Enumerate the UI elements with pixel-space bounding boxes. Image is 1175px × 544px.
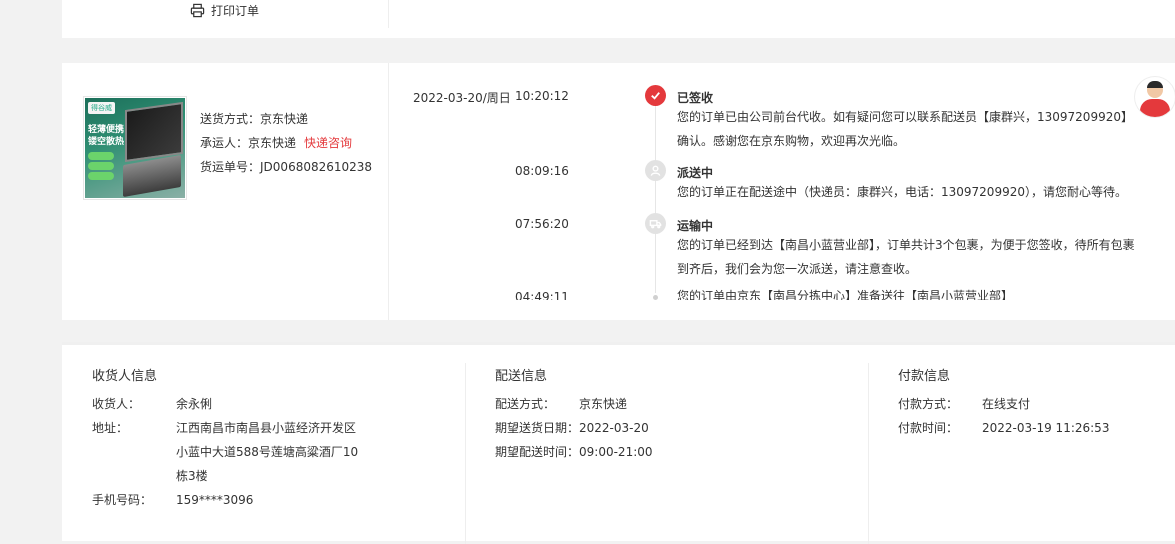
timeline-desc: 您的订单正在配送途中（快递员：康群兴，电话：13097209920），请您耐心等… xyxy=(677,185,1127,199)
payment-method-label: 付款方式： xyxy=(898,397,959,411)
receiver-name-row: 收货人： xyxy=(92,392,140,416)
product-thumbnail[interactable]: 得谷威 轻薄便携 镂空散热 xyxy=(83,96,187,200)
timeline-title: 已签收 xyxy=(677,91,714,105)
expected-date-label: 期望送货日期： xyxy=(495,421,580,435)
courier-avatar[interactable] xyxy=(1135,77,1175,117)
check-icon xyxy=(645,85,666,106)
expected-time-row: 期望配送时间：09:00-21:00 xyxy=(495,440,653,464)
expected-time-label: 期望配送时间： xyxy=(495,445,580,459)
delivery-heading: 配送信息 xyxy=(495,369,548,384)
tracking-row: 货运单号：JD0068082610238 xyxy=(200,155,372,179)
address-label: 地址： xyxy=(92,421,129,435)
shipping-method-label: 送货方式： xyxy=(200,112,261,126)
timeline-time: 08:09:16 xyxy=(515,164,569,178)
payment-time-label: 付款时间： xyxy=(898,421,959,435)
carrier-value: 京东快递 xyxy=(248,136,297,150)
courier-consult-link[interactable]: 快递咨询 xyxy=(304,136,352,150)
zigzag-edge xyxy=(62,36,1175,44)
stand-graphic xyxy=(123,154,181,198)
delivery-method-label: 配送方式： xyxy=(495,397,556,411)
avatar-body xyxy=(1140,99,1170,117)
product-brand: 得谷威 xyxy=(88,102,115,114)
timeline-dot-icon xyxy=(653,295,658,300)
timeline-line xyxy=(655,103,656,293)
product-image: 得谷威 轻薄便携 镂空散热 xyxy=(85,98,185,198)
receiver-name-label: 收货人： xyxy=(92,397,141,411)
carrier-row: 承运人：京东快递 快递咨询 xyxy=(200,131,372,155)
logistics-timeline[interactable]: 2022-03-20/周日 10:20:12 已签收 您的订单已由公司前台代收。… xyxy=(389,63,1175,300)
feature-chip xyxy=(88,172,114,180)
timeline-time: 04:49:11 xyxy=(515,290,569,300)
receiver-info: 收货人信息 收货人： 余永俐 地址： 江西南昌市南昌县小蓝经济开发区小蓝中大道5… xyxy=(62,345,464,544)
feature-chip xyxy=(88,162,114,170)
carrier-label: 承运人： xyxy=(200,136,249,150)
column-divider xyxy=(465,363,466,544)
shipping-method-value: 京东快递 xyxy=(260,112,309,126)
tracking-number: JD0068082610238 xyxy=(260,160,373,174)
payment-heading: 付款信息 xyxy=(898,369,951,384)
timeline-desc: 您的订单已经到达【南昌小蓝营业部】，订单共计3个包裹，为便于您签收，待所有包裹到… xyxy=(677,238,1135,276)
feature-chip xyxy=(88,152,114,160)
phone-value: 159****3096 xyxy=(176,493,254,507)
timeline-title: 运输中 xyxy=(677,219,714,233)
print-order-button[interactable]: 打印订单 xyxy=(190,1,259,19)
receiver-name-value: 余永俐 xyxy=(176,397,213,411)
delivery-info: 配送信息 配送方式： 京东快递 期望送货日期：2022-03-20 期望配送时间… xyxy=(465,345,867,544)
avatar-hair xyxy=(1147,81,1163,88)
expected-date-value: 2022-03-20 xyxy=(579,421,649,435)
receiver-heading: 收货人信息 xyxy=(92,369,158,384)
print-order-label: 打印订单 xyxy=(211,3,260,18)
laptop-graphic xyxy=(125,101,183,163)
timeline-desc: 您的订单已由公司前台代收。如有疑问您可以联系配送员【康群兴，1309720992… xyxy=(677,110,1133,148)
column-divider xyxy=(388,0,389,28)
timeline-date: 2022-03-20/周日 xyxy=(413,91,511,105)
timeline-time: 07:56:20 xyxy=(515,217,569,231)
payment-time-value: 2022-03-19 11:26:53 xyxy=(982,421,1110,435)
shipping-info: 送货方式：京东快递 承运人：京东快递 快递咨询 货运单号：JD0068082610… xyxy=(200,107,372,179)
payment-info: 付款信息 付款方式： 在线支付 付款时间： 2022-03-19 11:26:5… xyxy=(868,345,1175,544)
order-info-card: 收货人信息 收货人： 余永俐 地址： 江西南昌市南昌县小蓝经济开发区小蓝中大道5… xyxy=(62,342,1175,544)
phone-label: 手机号码： xyxy=(92,493,153,507)
column-divider xyxy=(868,363,869,544)
payment-method-value: 在线支付 xyxy=(982,397,1031,411)
address-value: 江西南昌市南昌县小蓝经济开发区小蓝中大道588号莲塘高粱酒厂10栋3楼 xyxy=(176,421,359,483)
order-actions-card: 打印订单 xyxy=(62,0,1175,38)
printer-icon xyxy=(190,3,205,17)
product-slogan: 轻薄便携 镂空散热 xyxy=(88,125,125,147)
tracking-label: 货运单号： xyxy=(200,160,261,174)
timeline-time: 10:20:12 xyxy=(515,89,569,103)
expected-time-value: 09:00-21:00 xyxy=(579,445,653,459)
timeline-title: 派送中 xyxy=(677,166,714,180)
courier-icon xyxy=(645,160,666,181)
expected-date-row: 期望送货日期：2022-03-20 xyxy=(495,416,649,440)
shipping-method-row: 送货方式：京东快递 xyxy=(200,107,372,131)
timeline-desc: 您的订单由京东【南昌分拣中心】准备送往【南昌小蓝营业部】 xyxy=(677,289,1014,300)
logistics-card: 得谷威 轻薄便携 镂空散热 送货方式：京东快递 承运人：京东快递 快递咨询 货运单… xyxy=(62,63,1175,320)
truck-icon xyxy=(645,213,666,234)
delivery-method-value: 京东快递 xyxy=(579,397,628,411)
